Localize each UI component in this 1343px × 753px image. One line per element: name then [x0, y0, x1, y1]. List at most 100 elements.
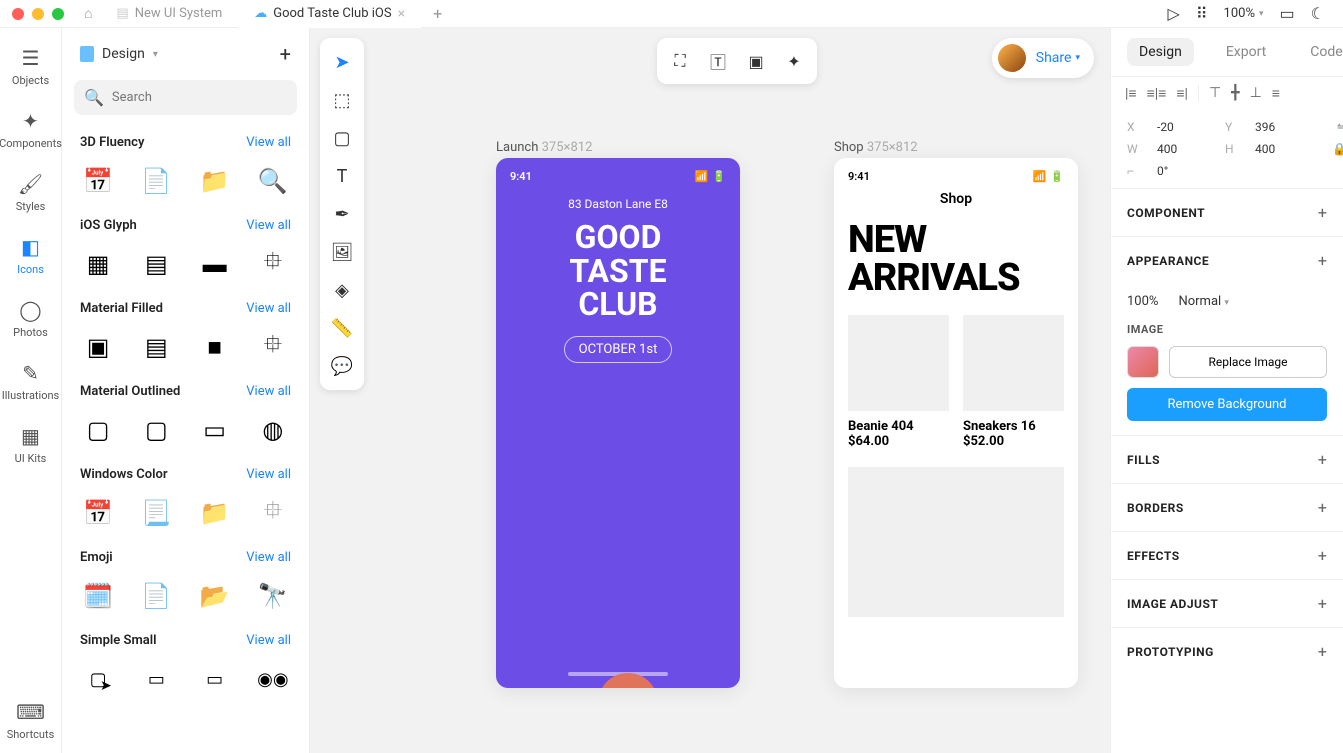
calendar-icon[interactable]: 📅 [82, 496, 114, 530]
pointer-tool[interactable]: ➤ [326, 46, 358, 78]
tab-export[interactable]: Export [1214, 38, 1278, 66]
align-vcenter-icon[interactable]: ╋ [1231, 85, 1239, 102]
binoculars-icon[interactable]: ⯐ [257, 247, 289, 281]
rail-objects[interactable]: ☰ Objects [12, 46, 49, 87]
dark-mode-icon[interactable]: ☾ [1311, 4, 1325, 23]
comment-icon[interactable]: ▭ [1280, 4, 1295, 23]
x-input[interactable]: -20 [1157, 120, 1217, 134]
add-prototype-button[interactable]: + [1318, 642, 1327, 661]
file-icon[interactable]: ▤ [140, 330, 172, 364]
tab-new-ui-system[interactable]: ▤ New UI System [100, 0, 238, 28]
add-tab-button[interactable]: + [421, 4, 454, 23]
grid-icon[interactable]: ⠿ [1196, 4, 1208, 23]
mask-icon[interactable]: ▣ [739, 44, 773, 78]
share-button[interactable]: Share ▾ [992, 38, 1094, 78]
event-icon[interactable]: ▢ [82, 413, 114, 447]
calendar-small-icon[interactable]: ▢ [82, 662, 114, 696]
opacity-input[interactable]: 100% [1127, 294, 1158, 309]
add-button[interactable]: + [280, 42, 291, 66]
add-appearance-button[interactable]: + [1318, 251, 1327, 270]
pen-tool[interactable]: ✒ [326, 198, 358, 230]
search-input[interactable] [112, 90, 287, 105]
close-window[interactable] [12, 8, 24, 20]
add-effect-button[interactable]: + [1318, 546, 1327, 565]
binoculars-icon[interactable]: ⯐ [257, 496, 289, 530]
calendar-emoji-icon[interactable]: 🗓️ [82, 579, 114, 613]
add-fill-button[interactable]: + [1318, 450, 1327, 469]
view-all-link[interactable]: View all [246, 301, 291, 316]
folder-icon[interactable]: ▭ [199, 413, 231, 447]
panel-title-dropdown[interactable]: Design ▾ [80, 46, 158, 62]
add-adjust-button[interactable]: + [1318, 594, 1327, 613]
replace-image-button[interactable]: Replace Image [1169, 346, 1327, 378]
view-all-link[interactable]: View all [246, 135, 291, 150]
artboard-shop[interactable]: 9:41 📶🔋 Shop NEW ARRIVALS Beanie 404 $64… [834, 158, 1078, 688]
folder-small-icon[interactable]: ▭ [199, 662, 231, 696]
y-input[interactable]: 396 [1255, 120, 1315, 134]
tab-code[interactable]: Code [1298, 38, 1343, 66]
view-all-link[interactable]: View all [246, 467, 291, 482]
rail-icons[interactable]: ◧ Icons [17, 235, 44, 276]
magnifier-icon[interactable]: 🔍 [257, 164, 289, 198]
canvas-area[interactable]: ➤ ⬚ ▢ T ✒ 🖼 ◈ 📏 💬 ⛶ 🅃 ▣ ✦ Share ▾ [310, 28, 1110, 753]
maximize-window[interactable] [52, 8, 64, 20]
search-field[interactable]: 🔍 [74, 80, 297, 115]
binoculars-icon[interactable]: ◍ [257, 413, 289, 447]
file-icon[interactable]: ▢ [140, 413, 172, 447]
folder-emoji-icon[interactable]: 📂 [199, 579, 231, 613]
add-component-button[interactable]: + [1318, 203, 1327, 222]
rail-ui-kits[interactable]: ▦ UI Kits [15, 424, 47, 465]
ruler-tool[interactable]: 📏 [326, 312, 358, 344]
comment-tool[interactable]: 💬 [326, 350, 358, 382]
binoculars-icon[interactable]: ⯐ [257, 330, 289, 364]
h-input[interactable]: 400 [1255, 142, 1315, 156]
remove-background-button[interactable]: Remove Background [1127, 388, 1327, 421]
document-icon[interactable]: 📄 [140, 164, 172, 198]
blend-mode-select[interactable]: Normal ▾ [1178, 294, 1229, 309]
add-border-button[interactable]: + [1318, 498, 1327, 517]
angle-input[interactable]: 0° [1157, 164, 1217, 178]
artboard-launch[interactable]: 9:41 📶🔋 83 Daston Lane E8 GOOD TASTE CLU… [496, 158, 740, 688]
telescope-emoji-icon[interactable]: 🔭 [257, 579, 289, 613]
view-all-link[interactable]: View all [246, 550, 291, 565]
w-input[interactable]: 400 [1157, 142, 1217, 156]
align-bottom-icon[interactable]: ⊥ [1250, 85, 1262, 102]
rail-shortcuts[interactable]: ⌨ Shortcuts [7, 700, 55, 741]
note-icon[interactable]: ▤ [140, 247, 172, 281]
minimize-window[interactable] [32, 8, 44, 20]
folder-icon[interactable]: ▬ [199, 247, 231, 281]
document-icon[interactable]: 📃 [140, 496, 172, 530]
text-tool[interactable]: T [326, 160, 358, 192]
align-top-icon[interactable]: ⊤ [1209, 85, 1221, 102]
frame-tool[interactable]: ⬚ [326, 84, 358, 116]
view-all-link[interactable]: View all [246, 633, 291, 648]
component-tool[interactable]: ◈ [326, 274, 358, 306]
folder-icon[interactable]: 📁 [199, 164, 231, 198]
artboard-label-shop[interactable]: Shop 375×812 [834, 140, 918, 155]
calculator-icon[interactable]: ▦ [82, 247, 114, 281]
view-all-link[interactable]: View all [246, 218, 291, 233]
crop-icon[interactable]: ⛶ [663, 44, 697, 78]
tab-design[interactable]: Design [1127, 38, 1194, 66]
rectangle-tool[interactable]: ▢ [326, 122, 358, 154]
flip-h-icon[interactable]: ⇋ [1337, 120, 1343, 134]
tidy-icon[interactable]: ✦ [777, 44, 811, 78]
align-left-icon[interactable]: |≡ [1125, 85, 1137, 102]
zoom-control[interactable]: 100% ▾ [1224, 6, 1264, 21]
align-right-icon[interactable]: ≡| [1176, 85, 1188, 102]
file-small-icon[interactable]: ▭ [140, 662, 172, 696]
home-icon[interactable]: ⌂ [84, 5, 92, 22]
close-tab-icon[interactable]: × [398, 6, 405, 22]
rail-illustrations[interactable]: ✎ Illustrations [2, 361, 59, 402]
rail-styles[interactable]: 🖌 Styles [16, 172, 46, 213]
calendar-icon[interactable]: 📅 [82, 164, 114, 198]
rail-components[interactable]: ✦ Components [0, 109, 62, 150]
page-emoji-icon[interactable]: 📄 [140, 579, 172, 613]
tab-good-taste-club[interactable]: ☁ Good Taste Club iOS × [238, 0, 421, 28]
rail-photos[interactable]: ◯ Photos [13, 298, 48, 339]
image-tool[interactable]: 🖼 [326, 236, 358, 268]
distribute-icon[interactable]: ≡ [1272, 85, 1280, 102]
text-box-icon[interactable]: 🅃 [701, 44, 735, 78]
lock-icon[interactable]: 🔒 [1332, 142, 1343, 156]
play-icon[interactable]: ▷ [1168, 4, 1180, 23]
